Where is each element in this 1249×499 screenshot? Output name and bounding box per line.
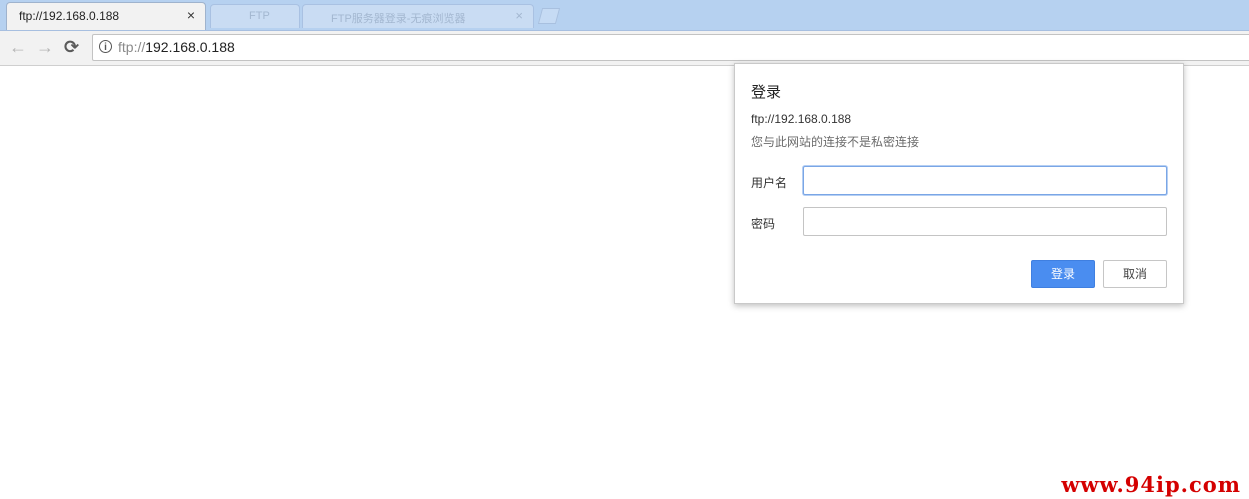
username-label: 用户名 — [751, 176, 788, 190]
dialog-title: 登录 — [751, 84, 782, 101]
new-tab-button[interactable] — [537, 8, 561, 24]
tab-background-2-close-icon[interactable]: × — [515, 8, 523, 23]
url-scheme: ftp:// — [118, 39, 146, 55]
site-info-icon[interactable]: i — [99, 40, 112, 53]
tab-title: ftp://192.168.0.188 — [19, 9, 120, 23]
watermark: www.94ip.com — [1061, 472, 1241, 497]
tab-background-2-title: FTP服务器登录-无痕浏览器 — [331, 13, 466, 25]
reload-icon[interactable]: ⟳ — [64, 37, 79, 57]
forward-icon[interactable]: → — [36, 37, 54, 57]
browser-toolbar: ← → ⟳ i ftp://192.168.0.188 — [0, 31, 1249, 66]
tab-background-1[interactable]: FTP — [210, 4, 300, 28]
cancel-button[interactable]: 取消 — [1103, 260, 1167, 288]
password-label: 密码 — [751, 217, 776, 231]
tab-active[interactable]: ftp://192.168.0.188 × — [6, 2, 206, 30]
auth-dialog: 登录 ftp://192.168.0.188 您与此网站的连接不是私密连接 用户… — [734, 63, 1184, 304]
url-host: 192.168.0.188 — [145, 39, 235, 55]
tab-strip: ftp://192.168.0.188 × FTP FTP服务器登录-无痕浏览器… — [0, 0, 1249, 31]
connection-warning: 您与此网站的连接不是私密连接 — [751, 135, 920, 149]
login-button[interactable]: 登录 — [1031, 260, 1095, 288]
address-bar[interactable]: i ftp://192.168.0.188 — [92, 34, 1249, 61]
tab-background-2[interactable]: FTP服务器登录-无痕浏览器 × — [302, 4, 534, 28]
password-input[interactable] — [803, 207, 1167, 236]
back-icon[interactable]: ← — [9, 37, 27, 57]
dialog-origin: ftp://192.168.0.188 — [751, 112, 852, 126]
tab-background-1-title: FTP — [249, 10, 270, 22]
username-input[interactable] — [803, 166, 1167, 195]
tab-close-icon[interactable]: × — [187, 7, 195, 23]
url-text: ftp://192.168.0.188 — [118, 39, 235, 55]
